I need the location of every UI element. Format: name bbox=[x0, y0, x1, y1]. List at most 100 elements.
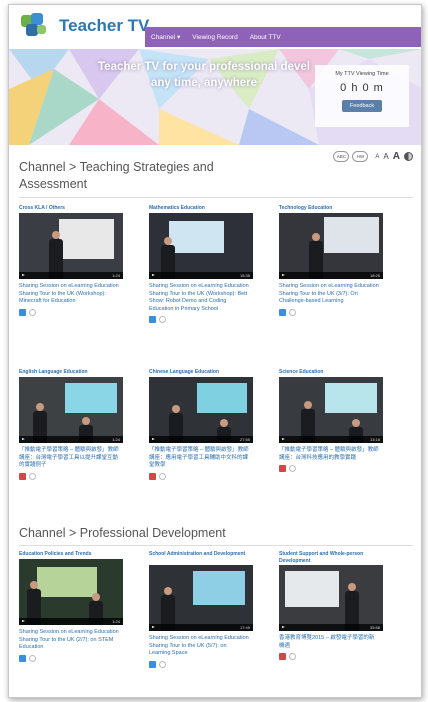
section-divider bbox=[19, 197, 413, 198]
video-title-link[interactable]: 「推動電子學習策略 – 體驗與啟發」教師講座：應用電子學習工具輔助中文科的課堂教… bbox=[149, 447, 249, 470]
play-icon[interactable] bbox=[282, 274, 285, 276]
nav-viewing-record[interactable]: Viewing Record bbox=[192, 34, 237, 41]
english-language-icon bbox=[279, 308, 286, 316]
video-title-link[interactable]: Sharing Session on eLearning Education S… bbox=[149, 635, 249, 658]
video-category[interactable]: Science Education bbox=[279, 369, 389, 377]
projector-screen bbox=[324, 217, 379, 253]
bookmark-icon[interactable] bbox=[29, 472, 36, 480]
video-category[interactable]: Mathematics Education bbox=[149, 205, 259, 213]
video-title-link[interactable]: Sharing Session on eLearning Education S… bbox=[149, 283, 249, 313]
site-header: Teacher TV Channel ▾ Viewing Record Abou… bbox=[9, 5, 421, 49]
presenter-head bbox=[92, 593, 100, 601]
hw-button[interactable]: HW bbox=[352, 151, 369, 162]
play-icon[interactable] bbox=[282, 626, 285, 628]
bookmark-icon[interactable] bbox=[29, 308, 36, 316]
font-large-button[interactable]: A bbox=[393, 151, 400, 162]
video-duration: 1:24 bbox=[112, 437, 120, 442]
video-category[interactable]: English Language Education bbox=[19, 369, 129, 377]
video-thumbnail[interactable]: 35:58 bbox=[279, 565, 383, 631]
contrast-icon[interactable] bbox=[404, 152, 413, 161]
presenter-head bbox=[82, 417, 90, 425]
site-logo[interactable]: Teacher TV bbox=[21, 13, 149, 39]
play-icon[interactable] bbox=[152, 274, 155, 276]
video-title-link[interactable]: Sharing Session on eLearning Education S… bbox=[279, 283, 379, 306]
bookmark-icon[interactable] bbox=[159, 660, 166, 668]
chinese-language-icon bbox=[279, 653, 286, 660]
play-icon[interactable] bbox=[282, 438, 285, 440]
bookmark-icon[interactable] bbox=[29, 654, 36, 662]
projector-screen bbox=[197, 383, 247, 413]
viewing-time-label: My TTV Viewing Time bbox=[335, 71, 389, 77]
video-card[interactable]: Student Support and Whole-person Develop… bbox=[279, 551, 389, 660]
video-thumbnail[interactable]: 27:55 bbox=[149, 377, 253, 443]
video-duration: 27:55 bbox=[239, 437, 250, 442]
bookmark-icon[interactable] bbox=[289, 465, 296, 472]
chinese-language-icon bbox=[279, 465, 286, 472]
video-category[interactable]: Chinese Language Education bbox=[149, 369, 259, 377]
section-title-teaching: Channel > Teaching Strategies and Assess… bbox=[19, 159, 214, 193]
projector-screen bbox=[285, 571, 339, 607]
browser-window: Teacher TV Channel ▾ Viewing Record Abou… bbox=[8, 4, 422, 698]
video-card[interactable]: Science Education 13:18 「推動電子學習策略 – 體驗與啟發」… bbox=[279, 369, 389, 472]
presenter-head bbox=[312, 233, 320, 241]
abc-button[interactable]: ABC bbox=[333, 151, 350, 162]
logo-text: Teacher TV bbox=[59, 16, 150, 35]
video-badges bbox=[149, 472, 259, 480]
video-title-link[interactable]: 「推動電子學習策略 – 體驗與啟發」教師講座：台灣科技應用的教學實踐 bbox=[279, 447, 379, 462]
video-thumbnail[interactable]: 18:25 bbox=[279, 213, 383, 279]
play-icon[interactable] bbox=[22, 438, 25, 440]
video-card[interactable]: English Language Education 1:24 「推動電子學習策略 … bbox=[19, 369, 129, 480]
english-language-icon bbox=[149, 660, 156, 668]
video-title-link[interactable]: 「推動電子學習策略 – 體驗與啟發」教師講座：台灣電子學習工具以提升課堂互動的實… bbox=[19, 447, 119, 470]
play-icon[interactable] bbox=[152, 438, 155, 440]
video-category[interactable]: Student Support and Whole-person Develop… bbox=[279, 551, 389, 565]
nav-about[interactable]: About TTV bbox=[250, 34, 281, 41]
play-icon[interactable] bbox=[22, 274, 25, 276]
video-category[interactable]: Technology Education bbox=[279, 205, 389, 213]
video-category[interactable]: School Administration and Development bbox=[149, 551, 259, 565]
presenter-head bbox=[36, 403, 44, 411]
video-badges bbox=[19, 472, 129, 480]
video-thumbnail[interactable]: 17:49 bbox=[149, 565, 253, 631]
banner-tagline: Teacher TV for your professional devel a… bbox=[89, 59, 319, 91]
video-card[interactable]: School Administration and Development 17:… bbox=[149, 551, 259, 668]
player-controls: 35:58 bbox=[279, 624, 383, 631]
bookmark-icon[interactable] bbox=[159, 316, 166, 323]
video-thumbnail[interactable]: 1:24 bbox=[19, 377, 123, 443]
section-title-line-2: Assessment bbox=[19, 177, 88, 191]
bookmark-icon[interactable] bbox=[289, 308, 296, 316]
video-card[interactable]: Cross KLA / Others 1:24 Sharing Session on… bbox=[19, 205, 129, 316]
presenter-head bbox=[52, 231, 60, 239]
video-card[interactable]: Education Policies and Trends 1:24 Sharing… bbox=[19, 551, 129, 662]
section-title-line-1: Channel > Professional Development bbox=[19, 526, 226, 540]
video-category[interactable]: Cross KLA / Others bbox=[19, 205, 129, 213]
bookmark-icon[interactable] bbox=[159, 472, 166, 480]
video-title-link[interactable]: 香港教育博覽2015 – 啟發電子學習的新機遇 bbox=[279, 635, 379, 650]
video-category[interactable]: Education Policies and Trends bbox=[19, 551, 129, 559]
section-title-line-1: Channel > Teaching Strategies and bbox=[19, 160, 214, 174]
video-title-link[interactable]: Sharing Session on eLearning Education S… bbox=[19, 283, 119, 306]
video-thumbnail[interactable]: 15:35 bbox=[149, 213, 253, 279]
play-icon[interactable] bbox=[152, 626, 155, 628]
video-thumbnail[interactable]: 13:18 bbox=[279, 377, 383, 443]
video-thumbnail[interactable]: 1:24 bbox=[19, 213, 123, 279]
font-small-button[interactable]: A bbox=[375, 154, 379, 160]
presenter-head bbox=[348, 583, 356, 591]
video-badges bbox=[279, 653, 389, 660]
video-card[interactable]: Chinese Language Education 27:55 「推動電子學習策略… bbox=[149, 369, 259, 480]
video-thumbnail[interactable]: 1:24 bbox=[19, 559, 123, 625]
player-controls: 1:24 bbox=[19, 618, 123, 625]
feedback-button[interactable]: Feedback bbox=[341, 100, 383, 112]
bookmark-icon[interactable] bbox=[289, 653, 296, 660]
viewing-time-value: 0 h 0 m bbox=[340, 82, 384, 94]
video-card[interactable]: Technology Education 18:25 Sharing Session… bbox=[279, 205, 389, 316]
english-language-icon bbox=[149, 316, 156, 323]
play-icon[interactable] bbox=[22, 620, 25, 622]
player-controls: 1:24 bbox=[19, 436, 123, 443]
video-title-link[interactable]: Sharing Session on eLearning Education S… bbox=[19, 629, 119, 652]
player-controls: 1:24 bbox=[19, 272, 123, 279]
video-card[interactable]: Mathematics Education 15:35 Sharing Sessio… bbox=[149, 205, 259, 323]
player-controls: 15:35 bbox=[149, 272, 253, 279]
font-medium-button[interactable]: A bbox=[383, 152, 388, 161]
nav-channel[interactable]: Channel ▾ bbox=[151, 33, 180, 41]
